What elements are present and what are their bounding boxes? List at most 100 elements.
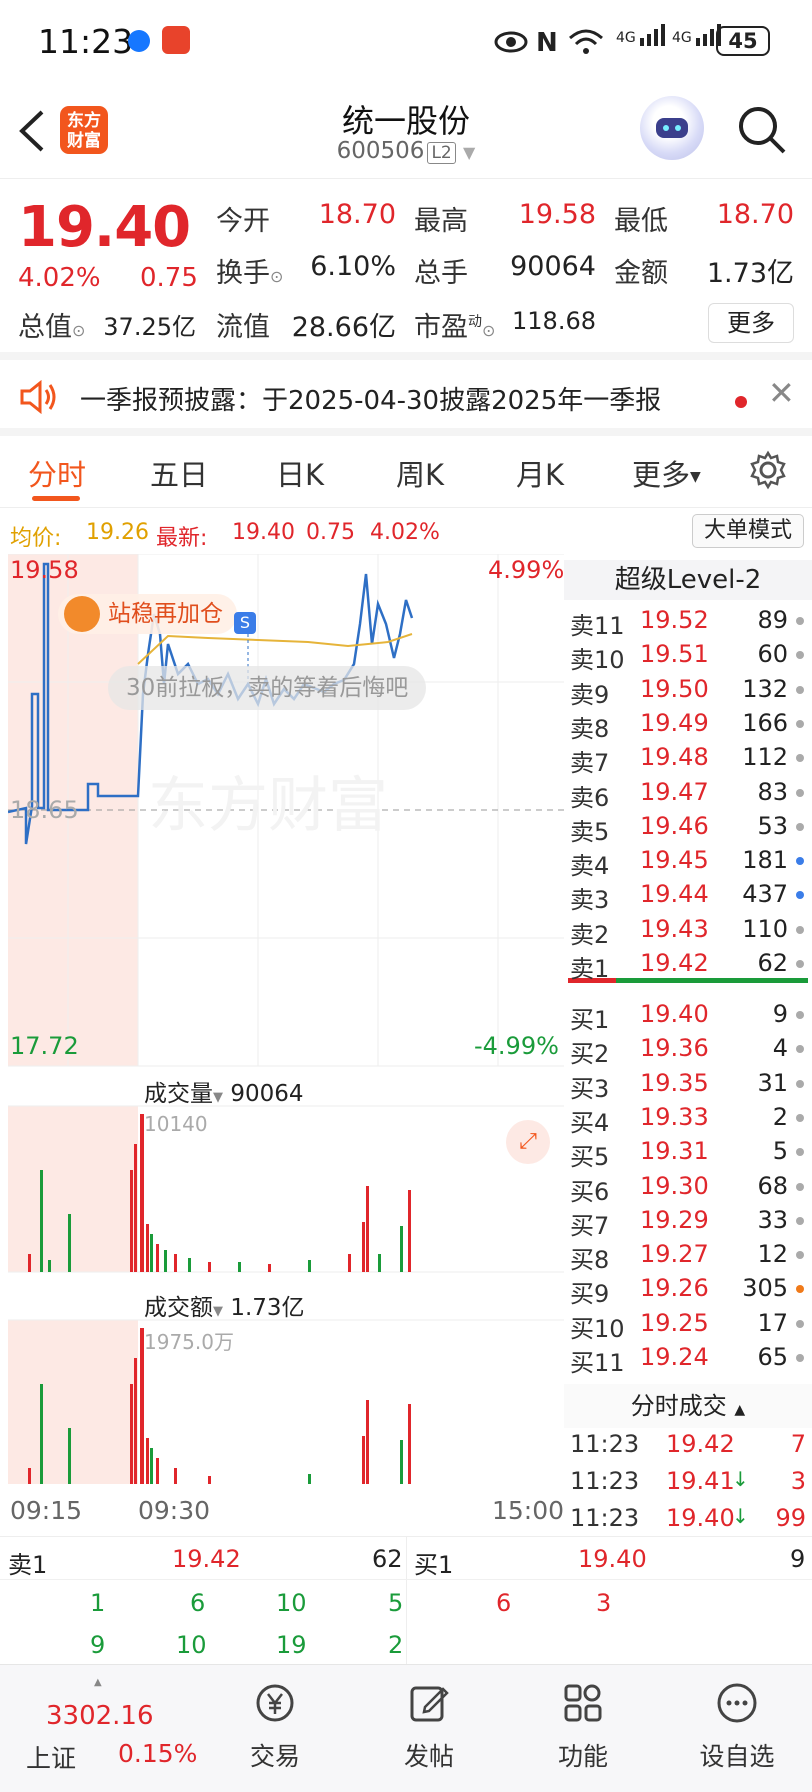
app-logo[interactable]: 东方 财富 xyxy=(60,106,108,154)
volume-label[interactable]: 成交量▼ 90064 xyxy=(144,1074,303,1108)
app-notification-icon xyxy=(128,30,150,52)
float-cap-label: 流值 xyxy=(216,312,270,343)
search-icon[interactable] xyxy=(734,102,788,156)
time-axis: 09:15 09:30 15:00 xyxy=(8,1496,564,1532)
intraday-chart[interactable]: 东方财富 19.58 18.65 17.72 4.99% -4.99% 站稳再加… xyxy=(7,553,564,1487)
amount-max: 1975.0万 xyxy=(144,1330,234,1354)
signal-marker-icon[interactable]: S xyxy=(234,612,256,634)
summary-ask-price: 19.42 xyxy=(172,1545,241,1573)
ask-row[interactable]: 卖4 19.45 181 xyxy=(564,844,812,880)
level-label: 卖1 xyxy=(570,955,610,983)
tab-weekly-k[interactable]: 周K xyxy=(396,452,444,494)
nav-trade[interactable]: 交易 xyxy=(220,1681,330,1773)
big-order-mode-button[interactable]: 大单模式 xyxy=(692,514,804,548)
expand-icon[interactable]: ⤢ xyxy=(506,1120,550,1164)
level-dot xyxy=(796,1319,804,1328)
bid-row[interactable]: 买5 19.31 5 xyxy=(564,1135,812,1171)
nav-post[interactable]: 发帖 xyxy=(374,1681,484,1773)
assistant-robot-icon[interactable] xyxy=(640,96,704,160)
order-book-title[interactable]: 超级Level-2 xyxy=(564,560,812,600)
ask-row[interactable]: 卖7 19.48 112 xyxy=(564,741,812,777)
tab-intraday[interactable]: 分时 xyxy=(28,452,86,494)
bid-row[interactable]: 买8 19.27 12 xyxy=(564,1238,812,1275)
ask-row[interactable]: 卖10 19.51 60 xyxy=(564,638,812,674)
tab-monthly-k[interactable]: 月K xyxy=(516,452,564,494)
stock-name: 统一股份 xyxy=(341,102,470,140)
bid-row[interactable]: 买9 19.26 305 xyxy=(564,1272,812,1308)
comment-bubble[interactable]: 30前拉板，卖的等着后悔吧 xyxy=(108,666,427,710)
nav-add-watchlist[interactable]: 设自选 xyxy=(682,1681,792,1773)
level-label: 卖2 xyxy=(570,920,610,949)
bid-row[interactable]: 买10 19.25 17 xyxy=(564,1307,812,1343)
dropdown-arrow-icon: ▼ xyxy=(213,1090,223,1105)
bid-row[interactable]: 买11 19.24 65 xyxy=(564,1341,812,1377)
bid-row[interactable]: 买1 19.40 9 xyxy=(564,998,812,1034)
level-label: 卖6 xyxy=(570,783,610,812)
notice-bar[interactable]: 一季报预披露：于2025-04-30披露2025年一季报 ✕ xyxy=(0,352,812,436)
level-volume: 60 xyxy=(757,640,788,669)
level-dot xyxy=(796,857,804,866)
nfc-icon: N xyxy=(536,28,558,58)
tick-price: 19.40 xyxy=(666,1504,735,1532)
tab-five-day[interactable]: 五日 xyxy=(150,452,208,494)
change-amount: 0.75 xyxy=(140,263,198,293)
more-button[interactable]: 更多 xyxy=(708,303,794,343)
level-price: 19.51 xyxy=(640,640,709,669)
high-label: 最高 xyxy=(414,206,468,237)
level-label: 买2 xyxy=(570,1040,610,1069)
ask-row[interactable]: 卖9 19.50 132 xyxy=(564,673,812,709)
level-dot xyxy=(796,1216,804,1225)
level-dot xyxy=(796,822,804,831)
level-price: 19.30 xyxy=(640,1171,709,1200)
info-icon: ⊙ xyxy=(72,321,86,340)
volume-value: 90064 xyxy=(510,251,596,282)
bid-row[interactable]: 买2 19.36 4 xyxy=(564,1032,812,1069)
level-label: 卖5 xyxy=(570,817,610,846)
ask-queue-cell: 5 xyxy=(388,1589,404,1617)
edit-icon xyxy=(410,1686,449,1722)
ask-row[interactable]: 卖6 19.47 83 xyxy=(564,776,812,812)
promo-bubble[interactable]: 站稳再加仓 xyxy=(58,594,237,634)
turnover-value: 6.10% xyxy=(310,251,396,282)
level-price: 19.48 xyxy=(640,743,709,772)
level-price: 19.42 xyxy=(640,949,709,977)
summary-bid-price: 19.40 xyxy=(578,1545,647,1573)
bid-row[interactable]: 买7 19.29 33 xyxy=(564,1204,812,1240)
back-icon[interactable] xyxy=(14,106,54,156)
close-icon[interactable]: ✕ xyxy=(768,374,795,412)
chart-tabs: 分时 五日 日K 周K 月K 更多▼ xyxy=(0,436,812,508)
tab-daily-k[interactable]: 日K xyxy=(276,452,324,494)
level-price: 19.27 xyxy=(640,1240,709,1269)
settings-icon[interactable] xyxy=(748,450,788,494)
ask-queue-cell: 6 xyxy=(190,1589,206,1617)
ask-row[interactable]: 卖5 19.46 53 xyxy=(564,810,812,846)
index-widget[interactable]: ▲ 3302.16 上证 0.15% xyxy=(20,1677,210,1777)
level-label: 买8 xyxy=(570,1246,610,1275)
ask-row[interactable]: 卖11 19.52 89 xyxy=(564,604,812,640)
ask-row[interactable]: 卖1 19.42 62 xyxy=(564,947,812,983)
ask-row[interactable]: 卖8 19.49 166 xyxy=(564,707,812,743)
summary-ask-label: 卖1 xyxy=(8,1551,48,1579)
bid-row[interactable]: 买4 19.33 2 xyxy=(564,1101,812,1137)
ask-row[interactable]: 卖3 19.44 437 xyxy=(564,878,812,914)
level-label: 买1 xyxy=(570,1006,610,1034)
nav-functions[interactable]: 功能 xyxy=(528,1681,638,1773)
tick-price: 19.41 xyxy=(666,1467,735,1495)
bid-row[interactable]: 买6 19.30 68 xyxy=(564,1170,812,1206)
bid-row[interactable]: 买3 19.35 31 xyxy=(564,1067,812,1103)
level-label: 买10 xyxy=(570,1314,625,1343)
market-cap-label: 总值⊙ xyxy=(18,312,86,343)
ticks-title[interactable]: 分时成交 ▲ xyxy=(564,1384,812,1428)
amount-label[interactable]: 成交额▼ 1.73亿 xyxy=(144,1288,305,1322)
tick-row: 11:23 19.42 7 xyxy=(570,1428,810,1462)
tick-arrow-icon: ↓ xyxy=(732,1504,749,1528)
turnover-label: 换手⊙ xyxy=(216,258,284,289)
level-volume: 5 xyxy=(772,1137,788,1166)
signal-icon-2: 4G xyxy=(672,24,722,46)
stock-code[interactable]: 600506 L2 ▼ xyxy=(260,138,552,164)
level-label: 买4 xyxy=(570,1108,610,1137)
bid-queue-cell: 6 xyxy=(496,1589,512,1617)
tab-more[interactable]: 更多▼ xyxy=(632,452,701,494)
level-volume: 31 xyxy=(757,1068,788,1097)
ask-row[interactable]: 卖2 19.43 110 xyxy=(564,913,812,949)
